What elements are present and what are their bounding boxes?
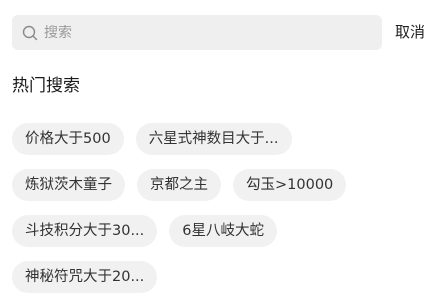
hot-search-title: 热门搜索: [12, 76, 80, 96]
tag-row: 价格大于500 六星式神数目大于...: [12, 123, 432, 155]
tag-row: 炼狱茨木童子 京都之主 勾玉>10000: [12, 169, 432, 201]
cancel-button[interactable]: 取消: [395, 22, 425, 42]
hot-search-tag[interactable]: 京都之主: [137, 169, 221, 201]
hot-search-tag[interactable]: 勾玉>10000: [233, 169, 347, 201]
tag-row: 斗技积分大于30... 6星八岐大蛇: [12, 215, 432, 247]
hot-search-tag[interactable]: 价格大于500: [12, 123, 124, 155]
hot-search-tag[interactable]: 炼狱茨木童子: [12, 169, 125, 201]
hot-search-tag[interactable]: 斗技积分大于30...: [12, 215, 158, 247]
search-input[interactable]: [44, 24, 344, 41]
hot-search-tag[interactable]: 6星八岐大蛇: [169, 215, 278, 247]
tag-row: 神秘符咒大于20...: [12, 261, 432, 293]
hot-search-tags: 价格大于500 六星式神数目大于... 炼狱茨木童子 京都之主 勾玉>10000…: [12, 123, 432, 307]
hot-search-tag[interactable]: 神秘符咒大于20...: [12, 261, 158, 293]
search-bar[interactable]: [12, 15, 382, 50]
hot-search-tag[interactable]: 六星式神数目大于...: [135, 123, 292, 155]
search-icon: [22, 25, 38, 41]
